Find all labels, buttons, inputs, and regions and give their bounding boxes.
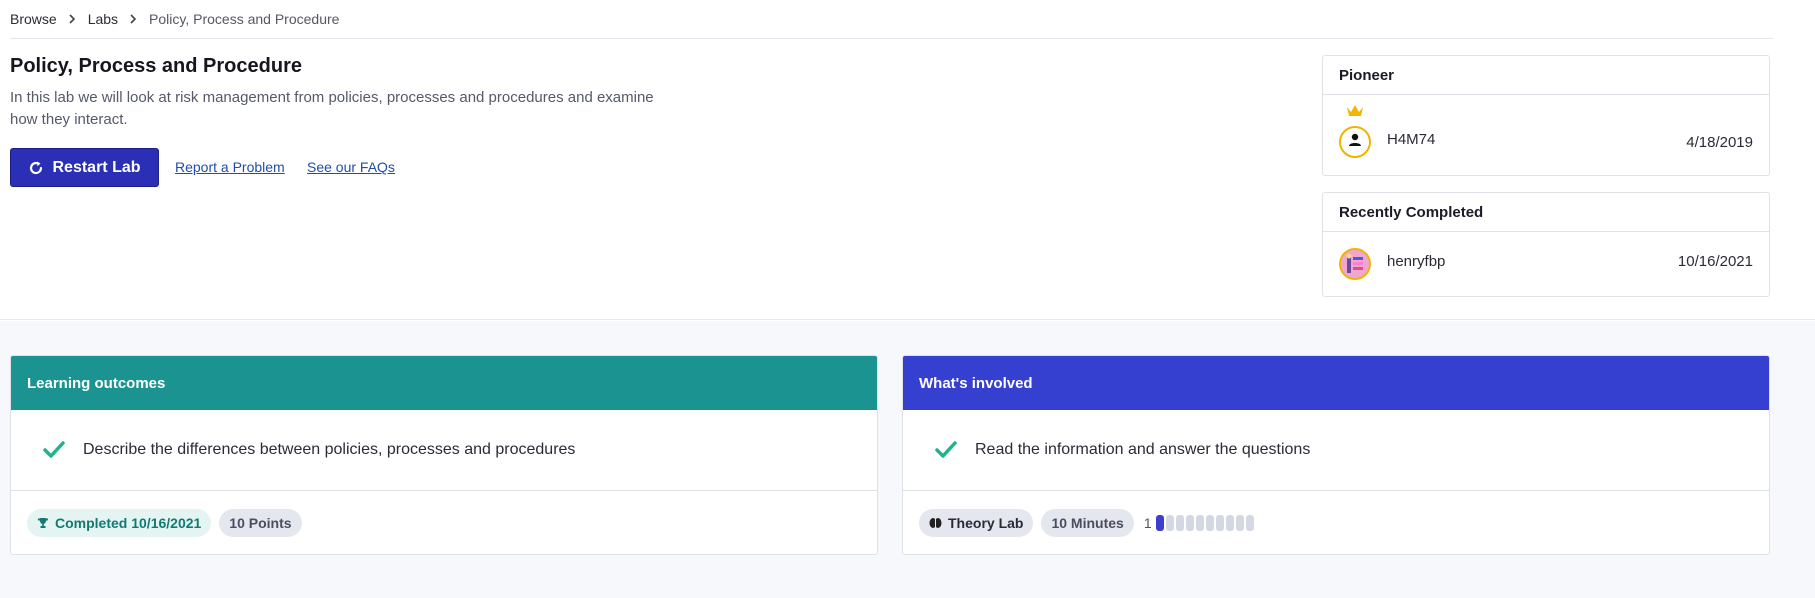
difficulty-segment (1205, 514, 1214, 531)
breadcrumb-labs[interactable]: Labs (88, 11, 118, 27)
faq-link[interactable]: See our FAQs (307, 159, 395, 175)
chevron-right-icon (69, 14, 76, 24)
restart-icon (28, 160, 44, 176)
difficulty-segment (1175, 514, 1184, 531)
learning-outcomes-footer: Completed 10/16/2021 10 Points (11, 491, 877, 554)
whats-involved-footer: Theory Lab 10 Minutes 1 (903, 491, 1769, 554)
recently-completed-header: Recently Completed (1323, 193, 1769, 232)
breadcrumb: Browse Labs Policy, Process and Procedur… (10, 11, 339, 27)
difficulty-segment (1245, 514, 1254, 531)
avatar[interactable] (1339, 248, 1371, 280)
restart-lab-label: Restart Lab (52, 158, 141, 176)
pioneer-header: Pioneer (1323, 56, 1769, 95)
difficulty-segment (1235, 514, 1244, 531)
avatar-image (1341, 250, 1369, 278)
difficulty-segment (1225, 514, 1234, 531)
pioneer-username[interactable]: H4M74 (1387, 131, 1435, 148)
breadcrumb-browse[interactable]: Browse (10, 11, 57, 27)
difficulty-meter (1155, 514, 1256, 531)
difficulty-segment (1165, 514, 1174, 531)
recently-completed-card: Recently Completed henryfbp 10/16/2021 (1322, 192, 1770, 297)
recently-completed-row: henryfbp 10/16/2021 (1323, 232, 1769, 297)
theory-lab-label: Theory Lab (948, 514, 1024, 531)
check-icon (43, 441, 65, 459)
trophy-icon (37, 517, 49, 529)
theory-lab-badge: Theory Lab (919, 508, 1034, 537)
learning-outcomes-panel: Learning outcomes Describe the differenc… (10, 355, 878, 555)
restart-lab-button[interactable]: Restart Lab (10, 148, 159, 187)
difficulty-segment (1155, 514, 1164, 531)
page-title: Policy, Process and Procedure (10, 55, 302, 77)
learning-outcomes-header: Learning outcomes (11, 356, 877, 410)
pioneer-row: H4M74 4/18/2019 (1323, 95, 1769, 174)
completed-badge: Completed 10/16/2021 (27, 508, 212, 537)
lab-header-section: Browse Labs Policy, Process and Procedur… (0, 0, 1815, 320)
points-badge: 10 Points (219, 508, 302, 537)
lab-details-section: Learning outcomes Describe the differenc… (0, 321, 1815, 598)
duration-badge: 10 Minutes (1041, 508, 1134, 537)
completed-label: Completed 10/16/2021 (55, 514, 202, 531)
breadcrumb-current: Policy, Process and Procedure (149, 11, 340, 27)
divider (10, 38, 1773, 39)
recent-date: 10/16/2021 (1677, 253, 1753, 270)
recent-username[interactable]: henryfbp (1387, 253, 1445, 270)
difficulty-segment (1185, 514, 1194, 531)
whats-involved-panel: What's involved Read the information and… (902, 355, 1770, 555)
learning-outcome-text: Describe the differences between policie… (83, 441, 576, 458)
difficulty-segment (1215, 514, 1224, 531)
learning-outcome-item: Describe the differences between policie… (11, 410, 877, 491)
lab-description: In this lab we will look at risk managem… (10, 89, 654, 128)
crown-icon (1346, 104, 1364, 122)
difficulty-segment (1195, 514, 1204, 531)
difficulty-value: 1 (1143, 514, 1152, 531)
user-icon (1347, 132, 1363, 153)
avatar[interactable] (1339, 126, 1371, 158)
check-icon (935, 441, 957, 459)
brain-icon (929, 517, 942, 529)
pioneer-card: Pioneer H4M74 4/18/2019 (1322, 55, 1770, 176)
whats-involved-text: Read the information and answer the ques… (975, 441, 1311, 458)
report-problem-link[interactable]: Report a Problem (175, 159, 285, 175)
pioneer-date: 4/18/2019 (1686, 134, 1753, 151)
whats-involved-header: What's involved (903, 356, 1769, 410)
whats-involved-item: Read the information and answer the ques… (903, 410, 1769, 491)
chevron-right-icon (130, 14, 137, 24)
